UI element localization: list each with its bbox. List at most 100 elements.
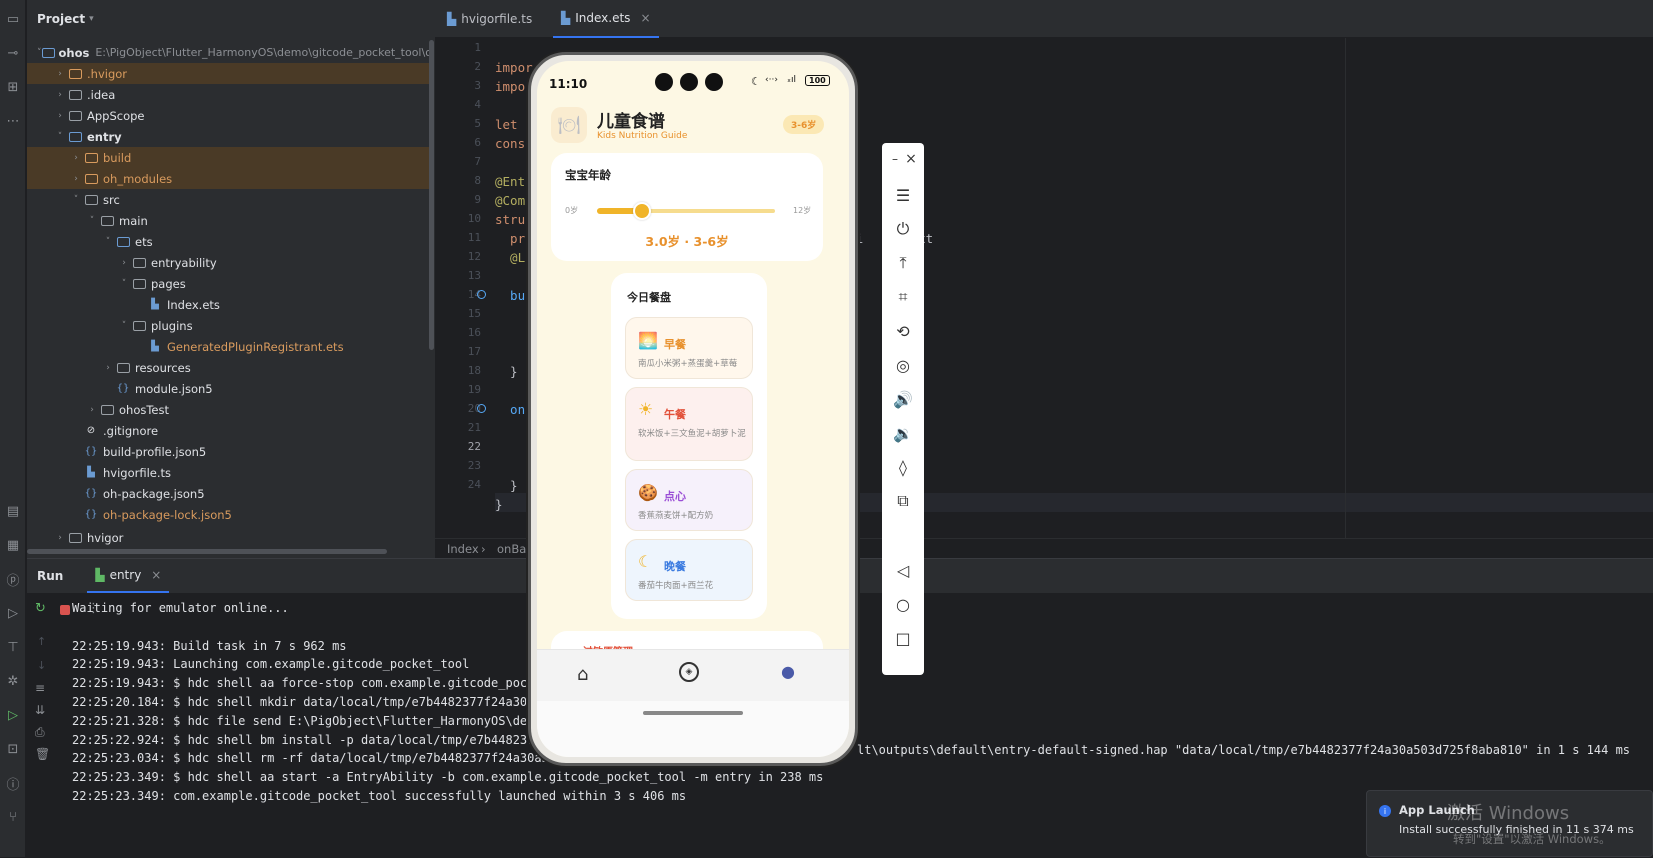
run-tab-entry[interactable]: ▙ entry × [87,559,170,593]
tree-item[interactable]: › build [27,147,432,168]
tree-item[interactable]: {} build-profile.json5 [27,441,432,462]
tree-item[interactable]: ▙ hvigorfile.ts [27,462,432,483]
folder-icon[interactable]: ▭ [2,8,24,30]
tree-item[interactable]: {} oh-package.json5 [27,483,432,504]
screenshot-icon[interactable]: ◎ [882,353,924,377]
profile-nav-icon[interactable]: ● [781,662,795,681]
tree-item[interactable]: › .hvigor [27,63,432,84]
tree-item[interactable]: › .idea [27,84,432,105]
tree-root[interactable]: ˅ ohos E:\PigObject\Flutter_HarmonyOS\de… [27,42,432,63]
rerun-icon[interactable]: ↻ [35,601,46,616]
line-number: 15 [467,307,481,320]
line-number: 1 [474,41,481,54]
terminal-icon[interactable]: ▤ [2,500,24,522]
tree-item[interactable]: ▙ Index.ets [27,294,432,315]
tree-item[interactable]: › resources [27,357,432,378]
volume-up-icon[interactable]: 🔊 [882,387,924,411]
vertical-scrollbar[interactable] [429,40,434,350]
phone-screen[interactable]: 11:10 ☾ ‹··› ₓıl 100 🍽 儿童食谱 Kids Nutriti… [537,61,849,757]
tree-item[interactable]: ⊘ .gitignore [27,420,432,441]
recents-icon[interactable]: □ [882,626,924,650]
commit-icon[interactable]: ⊸ [2,42,24,64]
phone-emulator: 11:10 ☾ ‹··› ₓıl 100 🍽 儿童食谱 Kids Nutriti… [528,52,858,766]
info-icon: i [1379,805,1391,817]
tree-item[interactable]: ▙ GeneratedPluginRegistrant.ets [27,336,432,357]
meal-item-snack[interactable]: 🍪 点心 香蕉燕麦饼+配方奶 [625,469,753,531]
more-icon[interactable]: ⋯ [2,110,24,132]
home-nav-icon[interactable]: ⌂ [577,664,588,685]
soft-wrap-icon[interactable]: ≡ [35,681,45,695]
build-icon[interactable]: ⊤ [2,636,24,658]
home-indicator[interactable] [643,711,743,715]
layout-icon[interactable]: ▦ [2,534,24,556]
horizontal-scrollbar[interactable] [27,549,387,554]
meal-item-lunch[interactable]: ☀ 午餐 软米饭+三文鱼泥+胡萝卜泥 [625,387,753,461]
folder-icon [67,67,83,80]
tree-item[interactable]: › oh_modules [27,168,432,189]
override-marker-icon[interactable] [477,290,486,299]
run-icon[interactable]: ▷ [2,704,24,726]
menu-icon[interactable]: ☰ [882,183,924,207]
tree-item[interactable]: {} oh-package-lock.json5 [27,504,432,525]
tree-item[interactable]: ˅ pages [27,273,432,294]
tree-item[interactable]: › ohosTest [27,399,432,420]
line-number: 24 [467,478,481,491]
tab-index-ets[interactable]: ▙ Index.ets × [553,0,659,38]
tree-item[interactable]: › entryability [27,252,432,273]
fold-icon[interactable]: ◊ [882,455,924,479]
back-icon[interactable]: ◁ [882,558,924,582]
console-icon[interactable]: ⊡ [2,738,24,760]
chevron-down-icon: ˅ [57,131,63,142]
breadcrumb-item[interactable]: Index [447,542,479,556]
print-icon[interactable]: ⎙ [35,725,45,740]
scroll-up-icon[interactable]: ↑ [37,635,46,648]
app-launch-notification[interactable]: i App Launch Install successfully finish… [1366,790,1653,857]
tree-item[interactable]: › AppScope [27,105,432,126]
project-header[interactable]: Project ▾ [27,0,435,38]
tree-item[interactable]: › hvigor [27,527,432,548]
chevron-right-icon: › [74,173,78,184]
git-icon[interactable]: ⑂ [2,806,24,828]
trash-icon[interactable]: 🗑 [35,747,50,761]
tree-item[interactable]: ˅ ets [27,231,432,252]
override-marker-icon[interactable] [477,404,486,413]
chevron-down-icon: ▾ [89,14,94,24]
power-icon[interactable]: ⏻ [882,217,924,241]
debug-icon[interactable]: ✲ [2,670,24,692]
tree-item[interactable]: ˅ plugins [27,315,432,336]
crop-icon[interactable]: ⌗ [882,285,924,309]
line-number: 23 [467,459,481,472]
problems-icon[interactable]: ⓘ [2,772,24,794]
tab-hvigorfile[interactable]: ▙ hvigorfile.ts [447,0,532,38]
tree-item[interactable]: ˅ main [27,210,432,231]
profiler-icon[interactable]: ⓟ [2,568,24,590]
tree-item[interactable]: ˅ src [27,189,432,210]
chevron-right-icon: › [58,68,62,79]
close-tab-icon[interactable]: × [640,11,650,25]
meal-item-breakfast[interactable]: 🌅 早餐 南瓜小米粥+蒸蛋羹+草莓 [625,317,753,379]
close-tab-icon[interactable]: × [151,568,161,582]
home-icon[interactable]: ○ [882,592,924,616]
structure-icon[interactable]: ⊞ [2,76,24,98]
tree-item[interactable]: {} module.json5 [27,378,432,399]
tree-item[interactable]: ˅ entry [27,126,432,147]
line-number: 21 [467,421,481,434]
json-file-icon: {} [84,446,98,457]
meal-item-dinner[interactable]: ☾ 晚餐 番茄牛肉面+西兰花 [625,539,753,601]
scroll-down-icon[interactable]: ↓ [37,659,46,672]
line-number: 18 [467,364,481,377]
volume-down-icon[interactable]: 🔉 [882,421,924,445]
windows-watermark-sub: 转到"设置"以激活 Windows。 [1453,832,1611,846]
ets-file-icon: ▙ [151,341,159,352]
multi-device-icon[interactable]: ⧉ [882,489,924,513]
slider-thumb[interactable] [632,202,651,220]
meal-plate-card: 今日餐盘 🌅 早餐 南瓜小米粥+蒸蛋羹+草莓 ☀ 午餐 软米饭+三文鱼泥+胡萝卜… [611,273,767,619]
compass-nav-icon[interactable]: ◈ [679,662,699,682]
tree-root-label: ohos [58,45,90,60]
close-icon[interactable]: × [890,147,932,171]
services-icon[interactable]: ▷ [2,602,24,624]
code-line-20: on [495,402,526,417]
scroll-to-end-icon[interactable]: ⇊ [35,703,45,717]
rotate-icon[interactable]: ⟲ [882,319,924,343]
upload-icon[interactable]: ⤒ [882,251,924,275]
